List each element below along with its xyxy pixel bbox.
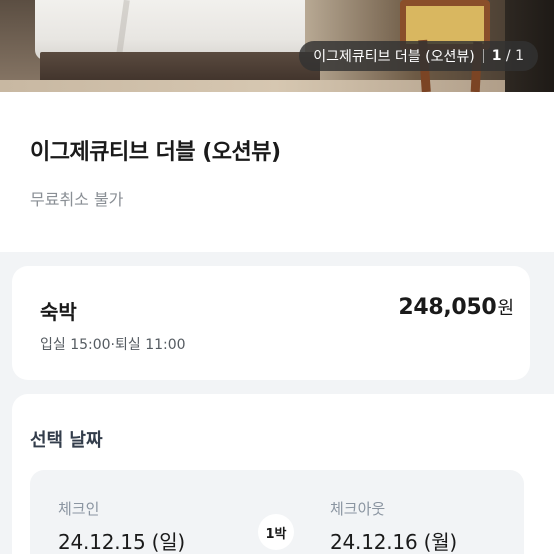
photo-bed-linen — [35, 0, 305, 60]
photo-caption: 이그제큐티브 더블 (오션뷰) — [313, 49, 475, 65]
checkin-date: 24.12.15 (일) — [58, 530, 186, 554]
stay-type-label: 숙박 — [40, 300, 77, 324]
nights-badge: 1박 — [258, 514, 294, 550]
check-times: 입실 15:00·퇴실 11:00 — [40, 337, 186, 353]
badge-divider — [482, 49, 484, 63]
price-amount: 248,050 — [398, 295, 497, 320]
cancellation-policy: 무료취소 불가 — [30, 190, 124, 209]
stay-option-card[interactable] — [12, 266, 530, 380]
stay-price: 248,050 원 — [398, 294, 514, 320]
checkout-date: 24.12.16 (월) — [330, 530, 458, 554]
photo-total: / 1 — [505, 48, 524, 64]
room-title: 이그제큐티브 더블 (오션뷰) — [30, 140, 281, 165]
checkin-label: 체크인 — [58, 500, 100, 518]
photo-caption-badge[interactable]: 이그제큐티브 더블 (오션뷰) 1 / 1 — [299, 41, 538, 71]
checkout-label: 체크아웃 — [330, 500, 386, 518]
photo-counter: 1 / 1 — [492, 48, 524, 64]
selected-dates-heading: 선택 날짜 — [30, 430, 103, 451]
photo-current-index: 1 — [491, 48, 502, 64]
price-unit: 원 — [497, 298, 514, 319]
